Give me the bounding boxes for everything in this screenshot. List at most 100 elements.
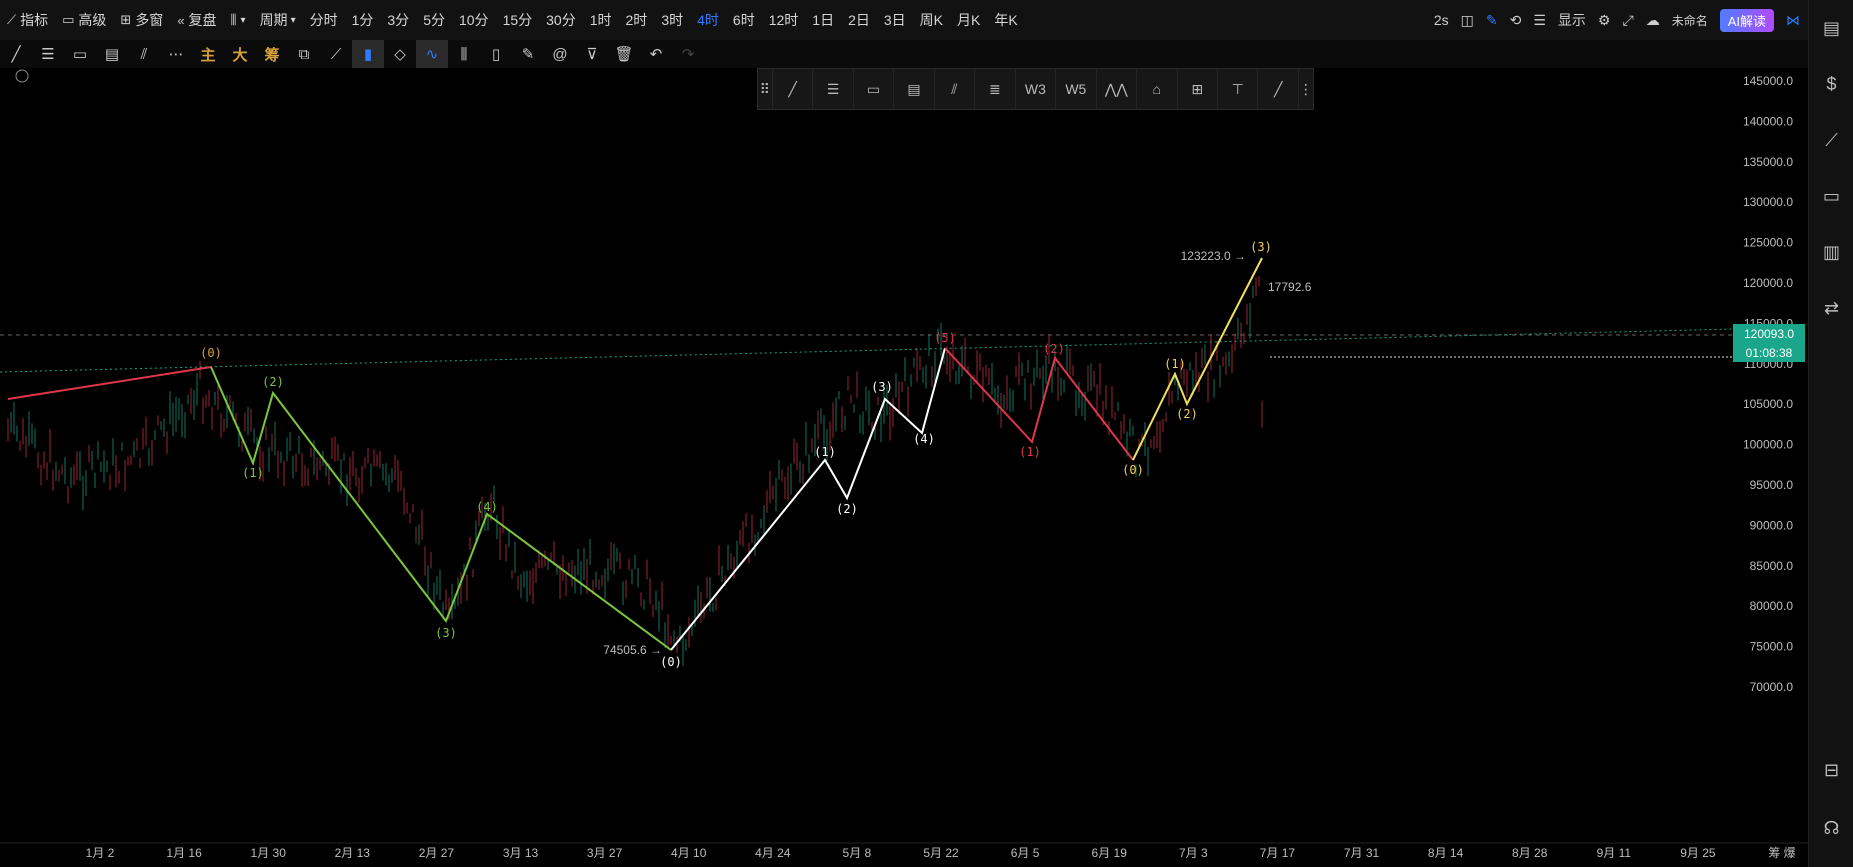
channel-tool-icon[interactable]: ⫽: [935, 69, 976, 109]
chart-area[interactable]: 145000.0 140000.0 135000.0 130000.0 125000.0…: [0, 68, 1808, 867]
hlines-tool-icon[interactable]: ☰: [813, 69, 854, 109]
undo-icon[interactable]: ↶: [640, 40, 672, 68]
horizontal-lines-icon[interactable]: ☰: [32, 40, 64, 68]
pattern-tool-icon[interactable]: ⋀⋀: [1097, 69, 1138, 109]
period-dropdown[interactable]: 周期 ▾: [253, 0, 303, 40]
bookmark-icon[interactable]: ▮: [352, 40, 384, 68]
chart-settings-icon: [15, 69, 29, 83]
clipboard-icon[interactable]: ▯: [480, 40, 512, 68]
rectangle-icon[interactable]: ▭: [64, 40, 96, 68]
add-tool-icon[interactable]: ⊞: [1178, 69, 1218, 109]
candle-type-icon: ⫼: [230, 12, 237, 27]
wave-label-yellow: (2): [1176, 407, 1198, 421]
period-13[interactable]: 1日: [805, 10, 841, 30]
calendar-icon: ▭: [62, 12, 75, 27]
wave5-tool-icon[interactable]: W5: [1056, 69, 1097, 109]
period-12[interactable]: 12时: [762, 10, 806, 30]
brush-icon[interactable]: ⟋: [320, 40, 352, 68]
date-axis-label: 3月 27: [587, 846, 623, 860]
text-tool-icon[interactable]: ⊤: [1218, 69, 1259, 109]
share-icon[interactable]: ⋈: [1786, 12, 1800, 29]
cloud-icon[interactable]: ☁: [1646, 12, 1660, 29]
drag-handle-icon[interactable]: ⠿: [758, 69, 773, 109]
layout-name[interactable]: 未命名: [1672, 12, 1708, 29]
date-axis-label: 6月 5: [1011, 846, 1040, 860]
period-5[interactable]: 15分: [496, 10, 540, 30]
magnet-icon[interactable]: ∿: [416, 40, 448, 68]
trend-line-icon[interactable]: ╱: [0, 40, 32, 68]
wave-label-white: (4): [913, 432, 935, 446]
period-10[interactable]: 4时: [690, 10, 726, 30]
pen-icon[interactable]: ✎: [1486, 12, 1498, 29]
wave-label-red: (2): [1043, 342, 1065, 356]
refresh-interval[interactable]: 2s: [1434, 12, 1449, 28]
price-axis-label: 145000.0: [1743, 74, 1793, 88]
chips-indicator-button[interactable]: 筹: [256, 40, 288, 68]
main-indicator-button[interactable]: 主: [192, 40, 224, 68]
monitor-icon[interactable]: ▭: [1809, 168, 1853, 224]
eraser-icon[interactable]: ◇: [384, 40, 416, 68]
period-16[interactable]: 周K: [913, 10, 950, 30]
date-axis-label: 3月 13: [503, 846, 539, 860]
large-indicator-button[interactable]: 大: [224, 40, 256, 68]
parallel-channel-icon[interactable]: ⫽: [128, 40, 160, 68]
compare-icon[interactable]: ⇄: [1809, 280, 1853, 336]
gear-icon[interactable]: ⚙: [1598, 12, 1611, 29]
ai-interpret-button[interactable]: AI解读: [1719, 8, 1774, 32]
period-11[interactable]: 6时: [726, 10, 762, 30]
replay-button[interactable]: «复盘: [170, 0, 223, 40]
cards-icon[interactable]: ▥: [1809, 224, 1853, 280]
edit-note-icon[interactable]: ✎: [512, 40, 544, 68]
restore-icon[interactable]: ⟲: [1510, 12, 1522, 29]
period-6[interactable]: 30分: [539, 10, 583, 30]
date-axis-label: 5月 22: [923, 846, 959, 860]
multi-window-button[interactable]: ⊞ 多窗: [113, 0, 170, 40]
period-3[interactable]: 5分: [416, 10, 452, 30]
price-chart-svg[interactable]: 145000.0 140000.0 135000.0 130000.0 125000.0…: [0, 68, 1808, 867]
period-7[interactable]: 1时: [583, 10, 619, 30]
low-price-label: 74505.6 →: [603, 643, 662, 657]
period-14[interactable]: 2日: [841, 10, 877, 30]
filter-icon[interactable]: ⊽: [576, 40, 608, 68]
layout-panel-icon[interactable]: ⊟: [1809, 760, 1853, 781]
period-15[interactable]: 3日: [877, 10, 913, 30]
indicator-button[interactable]: ⟋ 指标: [0, 0, 55, 40]
fullscreen-icon[interactable]: ⤢: [1622, 12, 1633, 29]
pen-tool-icon[interactable]: ╱: [1258, 69, 1299, 109]
measure-tool-icon[interactable]: ▤: [894, 69, 935, 109]
trash-icon[interactable]: 🗑: [608, 40, 640, 68]
wave-label-white: (2): [836, 502, 858, 516]
dollar-icon[interactable]: $: [1809, 56, 1853, 112]
wave3-tool-icon[interactable]: W3: [1016, 69, 1057, 109]
line-tool-icon[interactable]: ╱: [773, 69, 814, 109]
shape-tool-icon[interactable]: ⌂: [1137, 69, 1178, 109]
period-1[interactable]: 1分: [345, 10, 381, 30]
spiral-icon[interactable]: @: [544, 40, 576, 68]
more-icon[interactable]: ⋯: [160, 40, 192, 68]
period-2[interactable]: 3分: [380, 10, 416, 30]
redo-icon[interactable]: ↷: [672, 40, 704, 68]
period-18[interactable]: 年K: [987, 10, 1024, 30]
rect-tool-icon[interactable]: ▭: [854, 69, 895, 109]
advanced-button[interactable]: ▭ 高级: [55, 0, 113, 40]
more-tool-icon[interactable]: ⋮: [1299, 69, 1313, 109]
fib-tool-icon[interactable]: ≣: [975, 69, 1016, 109]
period-9[interactable]: 3时: [654, 10, 690, 30]
period-17[interactable]: 月K: [950, 10, 987, 30]
camera-icon[interactable]: ◫: [1461, 12, 1474, 29]
trend-chart-icon[interactable]: ⟋: [1809, 112, 1853, 168]
white-wave-line: [670, 347, 946, 651]
period-8[interactable]: 2时: [619, 10, 655, 30]
copy-icon[interactable]: ⧉: [288, 40, 320, 68]
period-4[interactable]: 10分: [452, 10, 496, 30]
display-button[interactable]: 显示: [1558, 10, 1586, 30]
list-icon[interactable]: ☰: [1533, 12, 1546, 29]
period-0[interactable]: 分时: [303, 10, 345, 30]
candle-type-button[interactable]: ⫼ ▾: [224, 0, 253, 40]
support-icon[interactable]: ☊: [1809, 818, 1853, 839]
candles-icon[interactable]: ⫼: [448, 40, 480, 68]
document-icon[interactable]: ▤: [1809, 0, 1853, 56]
ruler-icon[interactable]: ▤: [96, 40, 128, 68]
chevron-down-icon: ▾: [290, 14, 296, 26]
green-wave-line: [210, 366, 672, 651]
